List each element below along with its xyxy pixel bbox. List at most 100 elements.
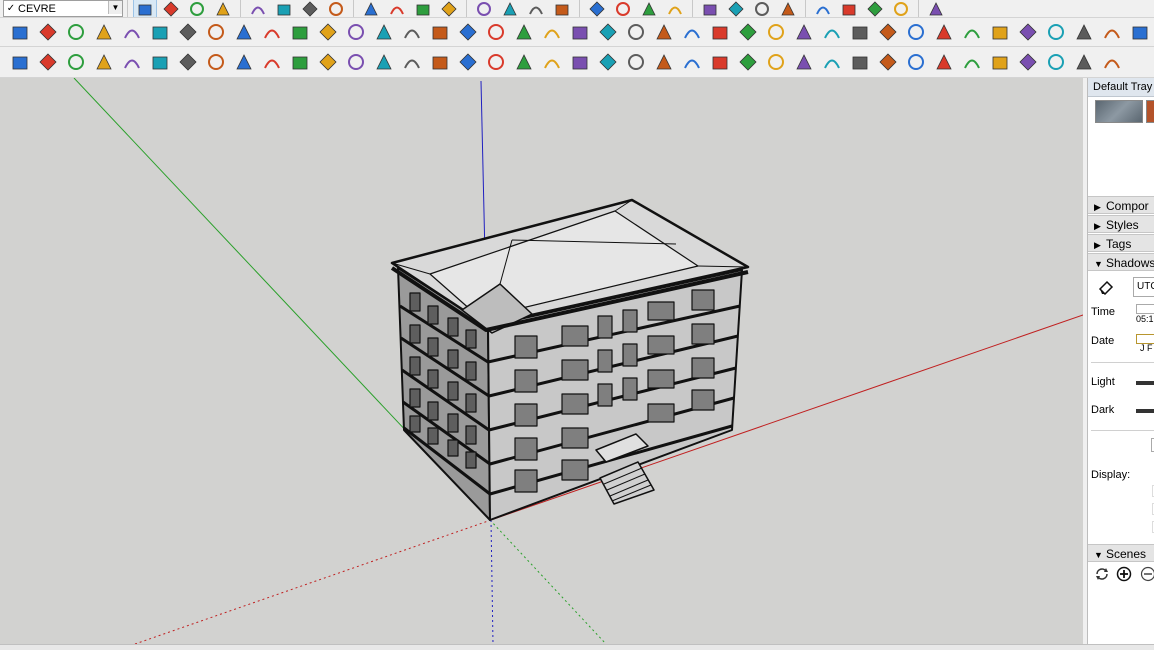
panel-tags-header[interactable]: ▶Tags <box>1088 234 1154 252</box>
split-icon[interactable] <box>399 50 425 74</box>
cube-red-icon[interactable] <box>819 20 845 44</box>
iso-view-icon[interactable] <box>698 0 722 18</box>
tape-icon[interactable] <box>472 0 496 18</box>
select-icon[interactable] <box>133 0 157 18</box>
active-tag-dropdown[interactable]: ✓ CEVRE ▼ <box>3 0 123 17</box>
column-icon[interactable] <box>1071 20 1097 44</box>
copy-box-icon[interactable] <box>1127 20 1153 44</box>
chain-icon[interactable] <box>315 20 341 44</box>
pan-icon[interactable] <box>324 0 348 18</box>
pencil-icon[interactable] <box>185 0 209 18</box>
square-outline-icon[interactable] <box>903 20 929 44</box>
folder-icon[interactable] <box>287 20 313 44</box>
zoom-icon[interactable] <box>498 0 522 18</box>
right-view-icon[interactable] <box>776 0 800 18</box>
twist-icon[interactable] <box>847 50 873 74</box>
move-icon[interactable] <box>411 0 435 18</box>
red-square-icon[interactable] <box>203 20 229 44</box>
gear-shape-icon[interactable] <box>595 20 621 44</box>
viewport-canvas[interactable] <box>0 78 1083 644</box>
time-slider[interactable] <box>1136 304 1154 314</box>
path-icon[interactable] <box>315 50 341 74</box>
grid-icon[interactable] <box>231 20 257 44</box>
paint-line-icon[interactable] <box>371 50 397 74</box>
red-arc-icon[interactable] <box>707 20 733 44</box>
building-model[interactable] <box>392 200 748 520</box>
scenes-update-icon[interactable] <box>1094 566 1110 582</box>
orange-grid-2-icon[interactable] <box>959 20 985 44</box>
model-viewport[interactable] <box>0 78 1083 644</box>
yellow-plane-icon[interactable] <box>63 20 89 44</box>
curve-up-icon[interactable] <box>539 50 565 74</box>
bucket-icon[interactable] <box>679 20 705 44</box>
material-swatch-brick[interactable] <box>1146 100 1154 123</box>
bezier-icon[interactable] <box>371 20 397 44</box>
paint-bucket-icon[interactable] <box>272 0 296 18</box>
shadow-toggle-icon[interactable] <box>1098 279 1114 295</box>
info-icon[interactable] <box>287 50 313 74</box>
offset-icon[interactable] <box>437 0 461 18</box>
dark-slider[interactable] <box>1136 409 1154 413</box>
green-plane-icon[interactable] <box>91 20 117 44</box>
cloud-icon[interactable] <box>203 50 229 74</box>
zoom-window-icon[interactable] <box>524 0 548 18</box>
green-shape-icon[interactable] <box>735 20 761 44</box>
green-cross-icon[interactable] <box>427 20 453 44</box>
material-swatch-stone[interactable] <box>1095 100 1143 123</box>
back-view-icon[interactable] <box>811 0 835 18</box>
panel-components-header[interactable]: ▶Compor <box>1088 196 1154 214</box>
cube-pair-icon[interactable] <box>791 20 817 44</box>
eraser-icon[interactable] <box>159 0 183 18</box>
sweep-icon[interactable] <box>959 50 985 74</box>
slash-icon[interactable] <box>875 50 901 74</box>
rectangle-icon[interactable] <box>246 0 270 18</box>
panel-shadows-header[interactable]: ▼Shadows <box>1088 253 1154 271</box>
orange-grid-icon[interactable] <box>931 20 957 44</box>
white-plane-icon[interactable] <box>147 20 173 44</box>
remove-scene-icon[interactable] <box>1140 566 1154 582</box>
panel-scenes-header[interactable]: ▼Scenes <box>1088 544 1154 562</box>
arrow-bar-icon[interactable] <box>63 50 89 74</box>
ring-icon[interactable] <box>623 20 649 44</box>
hook-icon[interactable] <box>567 20 593 44</box>
settings-gear-icon[interactable] <box>231 50 257 74</box>
blue-diamond-icon[interactable] <box>35 20 61 44</box>
yellow-triangle-icon[interactable] <box>539 20 565 44</box>
polyline-icon[interactable] <box>343 50 369 74</box>
corner-icon[interactable] <box>567 50 593 74</box>
add-scene-icon[interactable] <box>1116 566 1132 582</box>
chevron-down-icon[interactable]: ▼ <box>108 1 122 14</box>
teal-triangle-outline-icon[interactable] <box>511 20 537 44</box>
warehouse-icon[interactable] <box>924 0 948 18</box>
yellow-grid-icon[interactable] <box>987 20 1013 44</box>
terrain-icon[interactable] <box>147 50 173 74</box>
red-cross-icon[interactable] <box>399 20 425 44</box>
circle-dots-icon[interactable] <box>1043 20 1069 44</box>
fillet-icon[interactable] <box>651 50 677 74</box>
section-icon[interactable] <box>611 0 635 18</box>
dots-icon[interactable] <box>875 20 901 44</box>
blue-plane-icon[interactable] <box>7 20 33 44</box>
weave-icon[interactable] <box>483 50 509 74</box>
box-red-icon[interactable] <box>847 20 873 44</box>
brick-icon[interactable] <box>1099 20 1125 44</box>
red-dots-icon[interactable] <box>1015 20 1041 44</box>
zigzag-icon[interactable] <box>735 50 761 74</box>
blue-x-icon[interactable] <box>455 20 481 44</box>
arc-icon[interactable] <box>211 0 235 18</box>
fold-icon[interactable] <box>819 50 845 74</box>
paint-icon[interactable] <box>550 0 574 18</box>
tile-icon[interactable] <box>987 50 1013 74</box>
star-move-icon[interactable] <box>651 20 677 44</box>
wire-icon[interactable] <box>511 50 537 74</box>
slant-icon[interactable] <box>623 50 649 74</box>
layer-stack-icon[interactable] <box>863 0 887 18</box>
push-pull-icon[interactable] <box>385 0 409 18</box>
red-plane-icon[interactable] <box>119 20 145 44</box>
front-view-icon[interactable] <box>750 0 774 18</box>
curve-icon[interactable] <box>343 20 369 44</box>
style-icon[interactable] <box>889 0 913 18</box>
light-slider[interactable] <box>1136 381 1154 385</box>
top-view-icon[interactable] <box>724 0 748 18</box>
orange-swirl-icon[interactable] <box>175 20 201 44</box>
